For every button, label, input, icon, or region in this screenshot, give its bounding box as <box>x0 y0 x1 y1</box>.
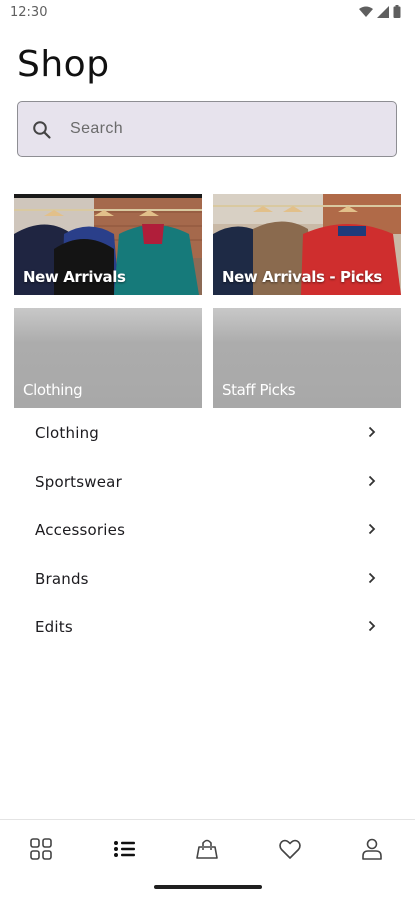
category-label: Accessories <box>35 521 126 539</box>
tile-staff-picks[interactable]: Staff Picks <box>213 308 401 408</box>
search-bar[interactable] <box>17 101 397 157</box>
home-indicator[interactable] <box>154 885 262 889</box>
nav-profile[interactable] <box>359 836 387 864</box>
page-title: Shop <box>17 44 110 85</box>
chevron-right-icon <box>368 620 376 632</box>
category-item-accessories[interactable]: Accessories <box>0 505 415 554</box>
status-time: 12:30 <box>10 5 48 20</box>
chevron-right-icon <box>368 523 376 535</box>
chevron-right-icon <box>368 572 376 583</box>
category-list: Clothing Sportswear Accessories Brands E… <box>0 408 415 651</box>
category-label: Sportswear <box>35 472 122 491</box>
tile-new-arrivals[interactable]: New Arrivals <box>14 194 202 295</box>
tile-new-arrivals-picks[interactable]: New Arrivals - Picks <box>213 194 401 295</box>
search-icon <box>33 121 51 139</box>
tile-label: New Arrivals <box>23 268 126 286</box>
chevron-right-icon <box>368 475 376 486</box>
nav-home[interactable] <box>28 836 56 864</box>
heart-icon <box>279 839 301 859</box>
tile-label: Clothing <box>23 381 83 399</box>
status-bar: 12:30 <box>0 0 415 26</box>
chevron-right-icon <box>368 426 376 438</box>
category-item-brands[interactable]: Brands <box>0 554 415 603</box>
wifi-icon <box>359 6 373 17</box>
tile-label: New Arrivals - Picks <box>222 268 382 286</box>
search-input[interactable] <box>70 102 380 156</box>
list-icon <box>114 841 135 857</box>
grid-icon <box>30 838 52 860</box>
nav-bag[interactable] <box>194 836 222 864</box>
category-label: Edits <box>35 618 73 636</box>
nav-shop[interactable] <box>111 836 139 864</box>
shopping-bag-icon <box>196 839 218 859</box>
tile-label: Staff Picks <box>222 381 296 399</box>
status-icons <box>359 5 401 18</box>
category-label: Brands <box>35 569 89 588</box>
category-item-sportswear[interactable]: Sportswear <box>0 457 415 506</box>
profile-icon <box>362 838 382 860</box>
category-item-edits[interactable]: Edits <box>0 602 415 651</box>
category-label: Clothing <box>35 424 100 442</box>
bottom-nav <box>0 819 415 880</box>
signal-icon <box>377 5 389 18</box>
battery-icon <box>393 5 401 18</box>
nav-favorites[interactable] <box>277 836 305 864</box>
category-item-clothing[interactable]: Clothing <box>0 408 415 457</box>
tile-clothing[interactable]: Clothing <box>14 308 202 408</box>
